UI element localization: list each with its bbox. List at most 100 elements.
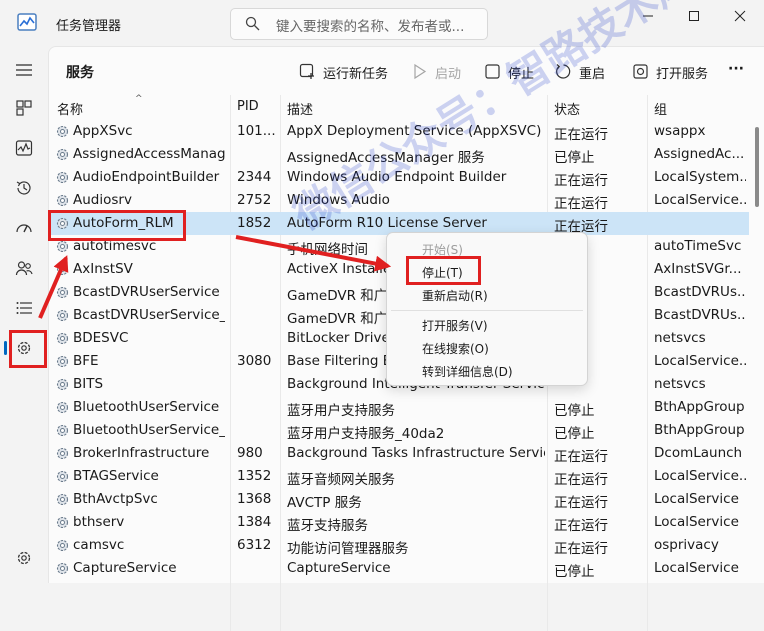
table-row[interactable]: CaptureService CaptureService 已停止 LocalServ…: [49, 557, 749, 580]
run-new-task-button[interactable]: 运行新任务: [299, 61, 389, 82]
cell-group: LocalService: [654, 514, 739, 530]
maximize-icon: [689, 11, 699, 21]
open-services-label: 打开服务: [656, 67, 709, 82]
menu-separator: [391, 310, 583, 311]
cell-group: netsvcs: [654, 376, 706, 392]
menu-item-restart[interactable]: 重新启动(R): [422, 287, 488, 304]
service-gear-icon: [56, 516, 69, 529]
service-gear-icon: [56, 424, 69, 437]
cell-name: BTAGService: [73, 468, 159, 484]
table-row[interactable]: BrokerInfrastructure 980 Background Tasks …: [49, 442, 749, 465]
cell-group: BthAppGroup: [654, 422, 745, 438]
cell-description: CaptureService: [287, 560, 391, 576]
hamburger-icon: [16, 64, 32, 76]
performance-icon: [15, 140, 33, 156]
cell-name: Audiosrv: [73, 192, 132, 208]
table-row[interactable]: Audiosrv 2752 Windows Audio 正在运行 LocalServic…: [49, 189, 749, 212]
vertical-scrollbar[interactable]: [755, 127, 759, 207]
sidebar: [0, 46, 48, 582]
service-gear-icon: [56, 447, 69, 460]
nav-app-history[interactable]: [8, 172, 40, 204]
nav-details[interactable]: [8, 292, 40, 324]
nav-processes[interactable]: [8, 92, 40, 124]
history-icon: [16, 181, 31, 195]
cell-pid: 1352: [237, 468, 272, 484]
cell-name: bthserv: [73, 514, 125, 530]
service-gear-icon: [56, 148, 69, 161]
cell-name: BthAvctpSvc: [73, 491, 158, 507]
col-header-pid[interactable]: PID: [237, 99, 259, 114]
col-header-status[interactable]: 状态: [554, 99, 580, 118]
cell-name: AudioEndpointBuilder: [73, 169, 220, 185]
cell-name: BluetoothUserService_...: [73, 422, 225, 438]
search-box[interactable]: 键入要搜索的名称、发布者或...: [230, 8, 488, 40]
search-placeholder: 键入要搜索的名称、发布者或...: [276, 19, 465, 35]
page-title: 服务: [66, 65, 94, 81]
cell-name: AxInstSV: [73, 261, 133, 277]
col-header-description[interactable]: 描述: [287, 99, 313, 118]
service-gear-icon: [56, 309, 69, 322]
service-gear-icon: [56, 539, 69, 552]
cell-group: autoTimeSvc: [654, 238, 742, 254]
cell-group: BcastDVRUs...: [654, 284, 746, 300]
cell-name: AssignedAccessManag...: [73, 146, 225, 162]
cell-description: Background Tasks Infrastructure Service: [287, 445, 545, 461]
cell-group: LocalService: [654, 560, 739, 576]
cell-pid: 1384: [237, 514, 272, 530]
table-row[interactable]: bthserv 1384 蓝牙支持服务 正在运行 LocalService: [49, 511, 749, 534]
cell-pid: 101...: [237, 123, 276, 139]
cell-description: AVCTP 服务: [287, 495, 362, 511]
close-button[interactable]: [717, 0, 763, 30]
service-gear-icon: [56, 194, 69, 207]
cell-status: 已停止: [554, 150, 595, 166]
service-gear-icon: [56, 401, 69, 414]
cell-group: BcastDVRUs...: [654, 307, 746, 323]
cell-status: 正在运行: [554, 518, 608, 534]
menu-item-open-services[interactable]: 打开服务(V): [422, 317, 488, 334]
table-row[interactable]: camsvc 6312 功能访问管理器服务 正在运行 osprivacy: [49, 534, 749, 557]
service-gear-icon: [56, 240, 69, 253]
nav-startup-apps[interactable]: [8, 212, 40, 244]
col-header-group[interactable]: 组: [654, 99, 667, 118]
service-gear-icon: [56, 470, 69, 483]
cell-group: wsappx: [654, 123, 706, 139]
table-row[interactable]: BluetoothUserService 蓝牙用户支持服务 已停止 BthAppGro…: [49, 396, 749, 419]
cell-status: 正在运行: [554, 449, 608, 465]
highlight-autoform-row: [48, 210, 186, 241]
cell-name: BFE: [73, 353, 99, 369]
task-manager-icon: [17, 13, 37, 31]
highlight-stop-item: [406, 256, 481, 285]
nav-settings[interactable]: [8, 542, 40, 574]
cell-status: 已停止: [554, 564, 595, 580]
nav-users[interactable]: [8, 252, 40, 284]
cell-status: 已停止: [554, 426, 595, 442]
cell-status: 正在运行: [554, 196, 608, 212]
hamburger-menu-button[interactable]: [8, 54, 40, 86]
service-gear-icon: [56, 355, 69, 368]
open-services-button[interactable]: 打开服务: [632, 61, 712, 82]
app-title: 任务管理器: [56, 19, 122, 34]
service-gear-icon: [56, 263, 69, 276]
run-new-task-icon: [299, 63, 314, 79]
table-row[interactable]: BthAvctpSvc 1368 AVCTP 服务 正在运行 LocalService: [49, 488, 749, 511]
table-row[interactable]: BTAGService 1352 蓝牙音频网关服务 正在运行 LocalService.…: [49, 465, 749, 488]
cell-group: osprivacy: [654, 537, 719, 553]
nav-performance[interactable]: [8, 132, 40, 164]
cell-group: AssignedAc...: [654, 146, 745, 162]
table-row[interactable]: BluetoothUserService_... 蓝牙用户支持服务_40da2 已停…: [49, 419, 749, 442]
cell-group: LocalSystem...: [654, 169, 746, 185]
cell-name: BluetoothUserService: [73, 399, 220, 415]
service-gear-icon: [56, 332, 69, 345]
more-button[interactable]: ···: [728, 61, 752, 81]
cell-name: AppXSvc: [73, 123, 133, 139]
cell-description: 蓝牙用户支持服务: [287, 403, 395, 419]
cell-description: 蓝牙支持服务: [287, 518, 368, 534]
startup-icon: [16, 224, 32, 233]
play-icon: [414, 63, 427, 80]
close-icon: [734, 10, 746, 22]
cell-status: 已停止: [554, 403, 595, 419]
col-header-name[interactable]: 名称: [57, 99, 83, 118]
cell-name: BcastDVRUserService_...: [73, 307, 225, 323]
menu-item-search-online[interactable]: 在线搜索(O): [422, 340, 489, 357]
menu-item-goto-details[interactable]: 转到详细信息(D): [422, 363, 513, 380]
